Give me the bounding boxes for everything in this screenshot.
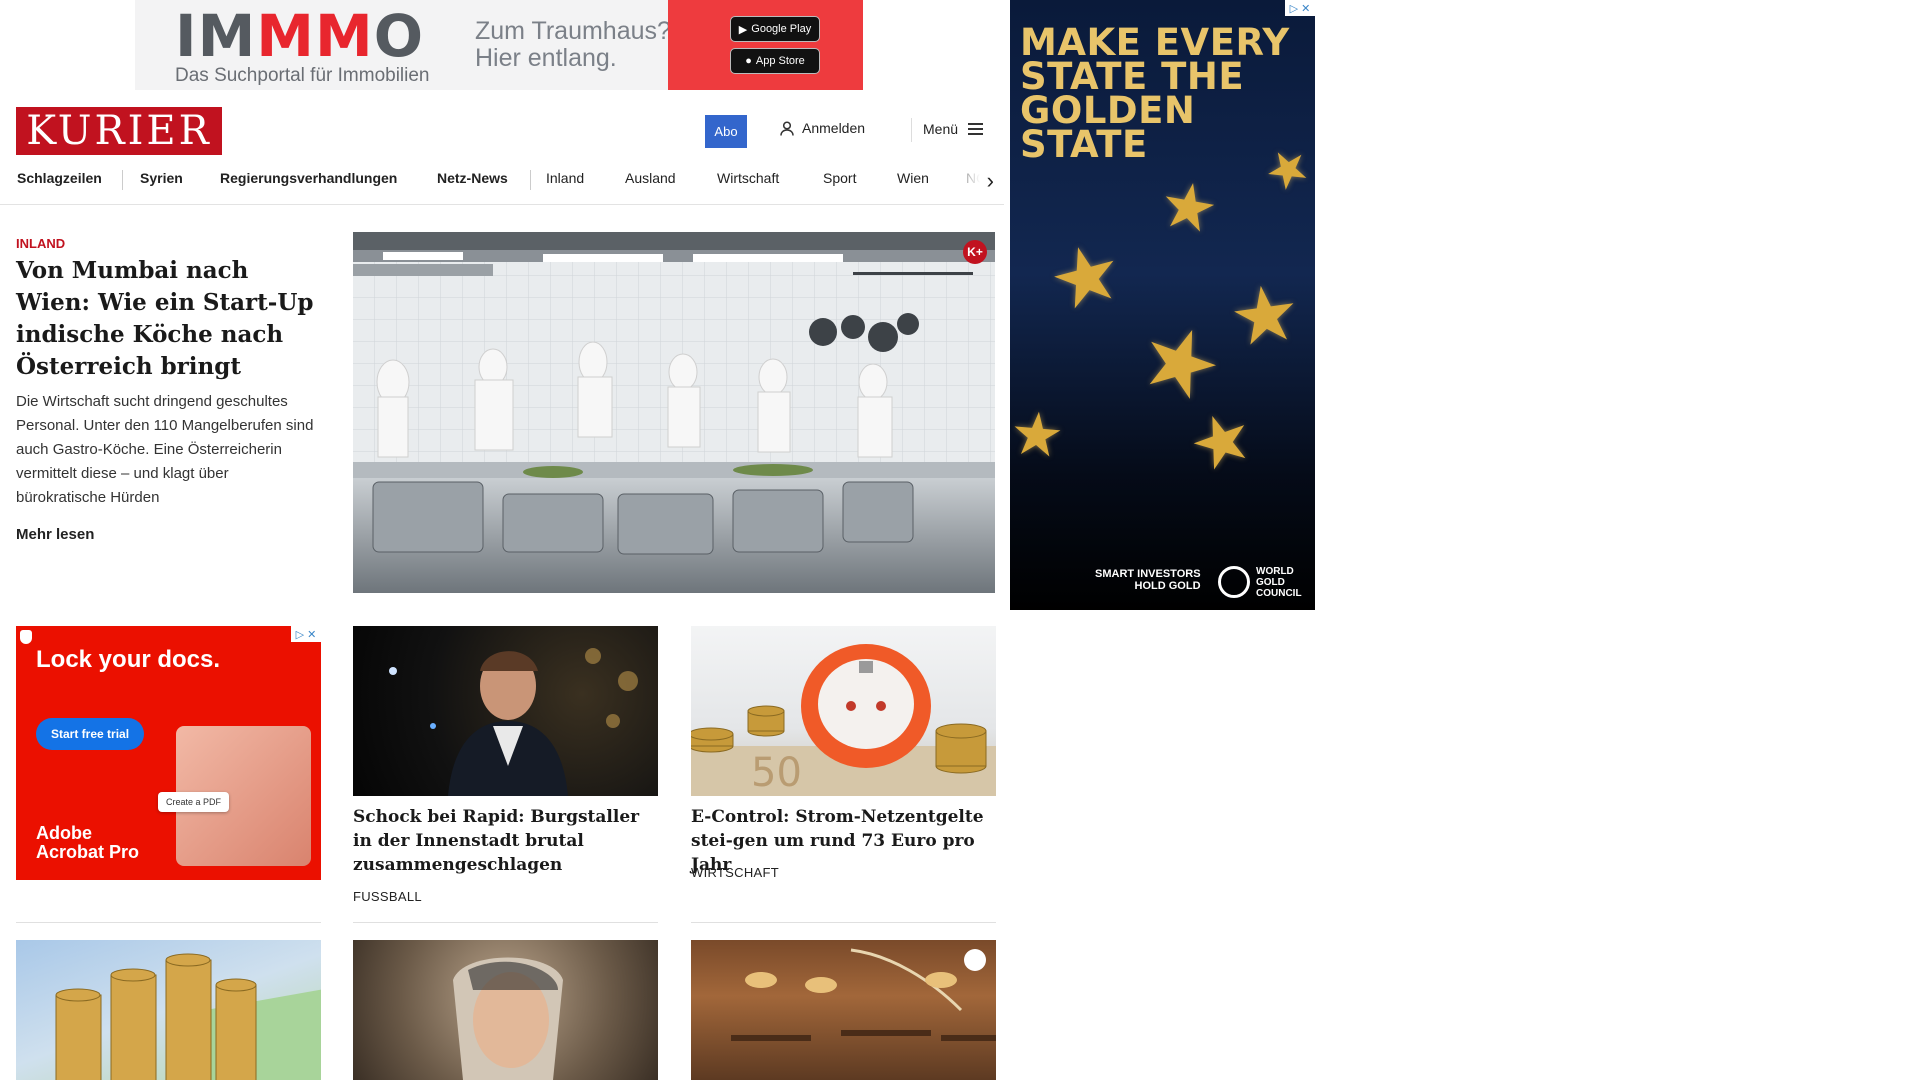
shield-icon <box>20 630 32 644</box>
sky-ad-headline: MAKE EVERY STATE THE GOLDEN STATE <box>1020 21 1290 166</box>
nav-item-ausland[interactable]: Ausland <box>625 170 676 186</box>
create-pdf-chip: Create a PDF <box>158 792 230 812</box>
lead-kicker[interactable]: INLAND <box>16 236 65 251</box>
nav-item-schlagzeilen[interactable]: Schlagzeilen <box>17 170 102 186</box>
lead-image-kitchen[interactable]: K+ <box>353 232 995 593</box>
lead-headline[interactable]: Von Mumbai nach Wien: Wie ein Start-Up i… <box>16 255 326 383</box>
gold-council-sky-ad[interactable]: ▷ ✕ MAKE EVERY STATE THE GOLDEN STATE ★ … <box>1010 0 1315 610</box>
card-category-wirtschaft[interactable]: WIRTSCHAFT <box>691 865 779 880</box>
coin-stacks-illustration <box>55 953 321 1080</box>
immmo-logo: IMMMO <box>175 2 425 70</box>
card-title-rapid[interactable]: Schock bei Rapid: Burgstaller in der Inn… <box>353 805 653 877</box>
svg-text:50: 50 <box>751 750 802 796</box>
apple-icon: ● <box>745 55 752 67</box>
world-gold-council-logo-icon <box>1218 566 1250 598</box>
hamburger-icon <box>968 120 984 138</box>
star-icon: ★ <box>1010 398 1067 471</box>
ad-subline: Das Suchportal für Immobilien <box>175 65 430 86</box>
card-divider <box>353 922 658 923</box>
site-header: KURIER Abo Anmelden Menü <box>0 90 1004 160</box>
kitchen-illustration <box>353 232 995 593</box>
card-image-econtrol[interactable]: 50 <box>691 626 996 796</box>
nav-item-wien[interactable]: Wien <box>897 170 929 186</box>
card-image-coins[interactable] <box>16 940 321 1080</box>
card-image-rapid[interactable] <box>353 626 658 796</box>
start-trial-button[interactable]: Start free trial <box>36 718 145 750</box>
immo-banner-ad[interactable]: IMMMO Zum Traumhaus? Hier entlang. Das S… <box>135 0 863 90</box>
sky-ad-brand: WORLD GOLD COUNCIL <box>1256 566 1302 599</box>
woman-illustration <box>453 957 563 1080</box>
nav-item-regierungsverhandlungen[interactable]: Regierungsverhandlungen <box>220 170 397 186</box>
nav-item-wirtschaft[interactable]: Wirtschaft <box>717 170 779 186</box>
kurier-logo[interactable]: KURIER <box>16 107 222 155</box>
sky-ad-claim: SMART INVESTORS HOLD GOLD <box>1095 568 1201 592</box>
abo-button[interactable]: Abo <box>705 115 747 148</box>
card-image-woman[interactable] <box>353 940 658 1080</box>
card-image-restaurant[interactable] <box>691 940 996 1080</box>
kplus-badge: K+ <box>963 240 987 264</box>
power-socket-coins-illustration: 50 <box>691 644 996 796</box>
restaurant-illustration <box>731 948 996 1041</box>
read-more-link[interactable]: Mehr lesen <box>16 526 94 543</box>
card-divider <box>691 922 996 923</box>
adchoices-icon[interactable]: ▷ ✕ <box>1285 0 1315 16</box>
star-icon: ★ <box>1224 266 1306 364</box>
nav-item-netz-news[interactable]: Netz-News <box>437 170 508 186</box>
star-icon: ★ <box>1154 166 1224 248</box>
menu-button[interactable]: Menü <box>923 120 984 138</box>
card-divider <box>16 922 321 923</box>
play-icon: ▶ <box>738 23 748 36</box>
info-icon <box>964 949 986 971</box>
adobe-acrobat-ad[interactable]: ▷ ✕ Lock your docs. Start free trial Cre… <box>16 626 321 880</box>
chevron-right-icon[interactable]: › <box>987 168 994 194</box>
adobe-brand: Adobe Acrobat Pro <box>36 823 140 862</box>
star-icon: ★ <box>1039 224 1133 329</box>
nav-divider <box>530 170 531 190</box>
adobe-headline: Lock your docs. <box>36 646 221 673</box>
person-illustration <box>389 648 638 796</box>
header-divider <box>911 118 912 142</box>
nav-item-syrien[interactable]: Syrien <box>140 170 183 186</box>
ad-store-panel: ▶ Google Play ● App Store <box>668 0 863 90</box>
nav-fade <box>944 160 1004 204</box>
section-nav: Schlagzeilen Syrien Regierungsverhandlun… <box>0 160 1004 205</box>
google-play-button[interactable]: ▶ Google Play <box>730 16 820 42</box>
app-store-button[interactable]: ● App Store <box>730 48 820 74</box>
card-category-fussball[interactable]: FUSSBALL <box>353 889 422 904</box>
adchoices-icon[interactable]: ▷ ✕ <box>291 626 321 642</box>
nav-item-sport[interactable]: Sport <box>823 170 856 186</box>
nav-divider <box>122 170 123 190</box>
lead-teaser: Die Wirtschaft sucht dringend geschultes… <box>16 393 314 506</box>
nav-item-inland[interactable]: Inland <box>546 170 584 186</box>
user-icon <box>780 120 794 136</box>
ad-tagline: Zum Traumhaus? Hier entlang. <box>475 17 671 72</box>
login-button[interactable]: Anmelden <box>780 120 865 136</box>
